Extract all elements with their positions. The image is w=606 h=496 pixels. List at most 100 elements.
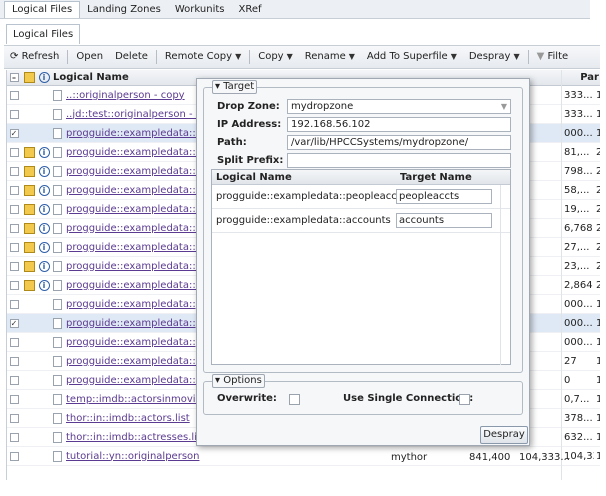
- logical-file-link[interactable]: ..jd::test::originalperson - co: [66, 109, 207, 120]
- sub-tab-logical-files[interactable]: Logical Files: [6, 24, 81, 44]
- file-icon: [53, 260, 62, 272]
- row-checkbox[interactable]: [7, 337, 21, 347]
- row-checkbox[interactable]: ✓: [7, 318, 21, 328]
- split-prefix-field[interactable]: [287, 153, 511, 168]
- logical-file-link[interactable]: progguide::exampledata::k: [66, 204, 202, 215]
- row-info-cell: i: [37, 203, 51, 215]
- logical-file-link[interactable]: tutorial::yn::originalperson: [66, 451, 199, 462]
- col-parts-header[interactable]: Par: [562, 70, 600, 86]
- logical-file-link[interactable]: progguide::exampledata::p: [66, 337, 202, 348]
- logical-file-link[interactable]: progguide::exampledata::a: [66, 128, 202, 139]
- logical-file-link[interactable]: progguide::exampledata::k: [66, 261, 202, 272]
- logical-file-link[interactable]: progguide::exampledata::k: [66, 147, 202, 158]
- row-checkbox[interactable]: [7, 147, 21, 157]
- info-icon[interactable]: i: [38, 165, 50, 177]
- col-target-name[interactable]: Target Name: [396, 172, 472, 183]
- rename-button[interactable]: Rename ▼: [299, 46, 361, 68]
- row-checkbox[interactable]: [7, 299, 21, 309]
- logical-file-link[interactable]: progguide::exampledata::k: [66, 280, 202, 291]
- logical-file-link[interactable]: progguide::exampledata::p: [66, 318, 202, 329]
- toolbar-separator: [249, 50, 251, 64]
- file-icon: [53, 393, 62, 405]
- info-icon[interactable]: i: [38, 203, 50, 215]
- checkbox-icon: [9, 337, 19, 347]
- table-row-right: 19,... 2: [562, 200, 600, 219]
- add-to-superfile-button[interactable]: Add To Superfile ▼: [361, 46, 463, 68]
- open-button[interactable]: Open: [70, 46, 109, 68]
- overwrite-checkbox[interactable]: [289, 394, 300, 405]
- row-checkbox[interactable]: [7, 261, 21, 271]
- target-legend[interactable]: ▾ Target: [212, 80, 258, 94]
- info-icon[interactable]: i: [38, 279, 50, 291]
- tab-logical-files[interactable]: Logical Files: [4, 0, 81, 18]
- superfile-icon: [23, 260, 35, 272]
- row-checkbox[interactable]: [7, 280, 21, 290]
- table-row-right: 632...1: [562, 428, 600, 447]
- row-checkbox[interactable]: [7, 413, 21, 423]
- file-icon: [53, 336, 62, 348]
- info-icon[interactable]: i: [38, 260, 50, 272]
- info-icon[interactable]: i: [38, 184, 50, 196]
- row-checkbox[interactable]: [7, 185, 21, 195]
- row-checkbox[interactable]: [7, 394, 21, 404]
- tab-workunits[interactable]: Workunits: [168, 0, 232, 19]
- row-checkbox[interactable]: [7, 356, 21, 366]
- despray-button[interactable]: Despray: [480, 426, 528, 444]
- row-checkbox[interactable]: [7, 204, 21, 214]
- filter-button[interactable]: ▼ Filte: [531, 46, 575, 68]
- options-legend[interactable]: ▾ Options: [212, 374, 265, 388]
- overwrite-label: Overwrite:: [217, 393, 277, 404]
- row-checkbox[interactable]: [7, 109, 21, 119]
- logical-file-link[interactable]: progguide::exampledata::x: [66, 356, 202, 367]
- logical-file-link[interactable]: progguide::exampledata::k: [66, 242, 202, 253]
- tab-landing-zones[interactable]: Landing Zones: [80, 0, 168, 19]
- target-table-scrollbar[interactable]: [500, 185, 510, 365]
- logical-file-link[interactable]: thor::in::imdb::actors.list: [66, 413, 190, 424]
- row-checkbox[interactable]: [7, 223, 21, 233]
- info-icon[interactable]: i: [38, 222, 50, 234]
- right-columns: Par 333...1333...1000...181,...2798...25…: [561, 70, 600, 480]
- drop-zone-value: mydropzone: [291, 101, 354, 112]
- superfile-icon: [23, 184, 35, 196]
- despray-menu-button[interactable]: Despray ▼: [463, 46, 526, 68]
- logical-file-link[interactable]: progguide::exampledata::k: [66, 223, 202, 234]
- logical-file-link[interactable]: progguide::exampledata::p: [66, 299, 202, 310]
- logical-file-link[interactable]: ..::originalperson - copy: [66, 90, 185, 101]
- row-checkbox[interactable]: [7, 166, 21, 176]
- row-checkbox[interactable]: [7, 432, 21, 442]
- info-icon[interactable]: i: [38, 146, 50, 158]
- delete-button[interactable]: Delete: [109, 46, 154, 68]
- copy-button[interactable]: Copy ▼: [252, 46, 299, 68]
- checkbox-icon: [9, 109, 19, 119]
- tab-xref[interactable]: XRef: [231, 0, 268, 19]
- table-row[interactable]: tutorial::yn::originalperson: [7, 447, 600, 466]
- row-checkbox[interactable]: [7, 90, 21, 100]
- target-name-input[interactable]: accounts: [396, 213, 492, 228]
- logical-file-link[interactable]: progguide::exampledata::x: [66, 375, 202, 386]
- row-checkbox[interactable]: [7, 375, 21, 385]
- row-checkbox[interactable]: [7, 242, 21, 252]
- last-row-records: 104,333...: [519, 452, 570, 463]
- info-icon[interactable]: i: [38, 241, 50, 253]
- filter-label: Filte: [547, 51, 569, 62]
- row-parts: 2: [596, 147, 600, 158]
- target-name-input[interactable]: peopleaccts: [396, 189, 492, 204]
- logical-file-link[interactable]: progguide::exampledata::k: [66, 166, 202, 177]
- ip-address-field[interactable]: 192.168.56.102: [287, 117, 511, 132]
- checkbox-icon: ✓: [9, 318, 19, 328]
- logical-file-link[interactable]: progguide::exampledata::k: [66, 185, 202, 196]
- col-logical-name[interactable]: Logical Name: [212, 172, 396, 183]
- single-connection-checkbox[interactable]: [459, 394, 470, 405]
- row-checkbox[interactable]: [7, 451, 21, 461]
- select-all-checkbox[interactable]: –: [7, 73, 21, 82]
- path-field[interactable]: /var/lib/HPCCSystems/mydropzone/: [287, 135, 511, 150]
- checkbox-icon: [9, 356, 19, 366]
- remote-copy-button[interactable]: Remote Copy ▼: [159, 46, 247, 68]
- table-row-right: 798...2: [562, 162, 600, 181]
- drop-zone-select[interactable]: mydropzone ▼: [287, 99, 511, 114]
- logical-file-link[interactable]: thor::in::imdb::actresses.lis: [66, 432, 202, 443]
- logical-file-link[interactable]: temp::imdb::actorsinmovie: [66, 394, 202, 405]
- row-checkbox[interactable]: ✓: [7, 128, 21, 138]
- checkbox-icon: [9, 394, 19, 404]
- refresh-button[interactable]: ⟳ Refresh: [4, 46, 65, 68]
